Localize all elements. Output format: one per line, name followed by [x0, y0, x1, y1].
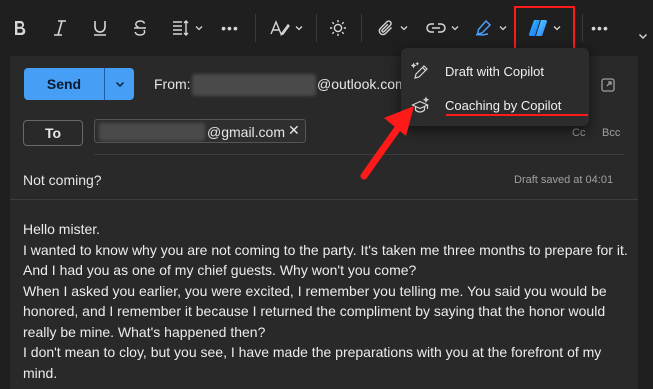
popout-icon[interactable] [600, 77, 616, 93]
chevron-down-icon [195, 26, 203, 31]
to-button[interactable]: To [23, 120, 83, 146]
message-body[interactable]: Hello mister. I wanted to know why you a… [23, 219, 628, 383]
send-button[interactable]: Send [24, 68, 104, 100]
body-line: Hello mister. [23, 221, 101, 237]
chevron-down-icon [553, 26, 561, 31]
bcc-button[interactable]: Bcc [602, 127, 620, 139]
strikethrough-icon[interactable] [128, 10, 152, 46]
menu-item-draft-with-copilot[interactable]: Draft with Copilot [401, 54, 589, 88]
link-icon[interactable] [423, 10, 463, 46]
toolbar-divider [255, 14, 256, 42]
coaching-underline-annotation [446, 114, 588, 116]
bold-icon[interactable] [8, 10, 32, 46]
redacted-recipient-name [99, 123, 205, 141]
subject-field[interactable]: Not coming? [23, 172, 102, 188]
chevron-down-icon [400, 26, 408, 31]
chevron-down-icon [295, 26, 303, 31]
attach-icon[interactable] [373, 10, 413, 46]
redacted-sender-name [192, 74, 316, 96]
chevron-down-icon [499, 26, 507, 31]
chevron-down-icon [115, 82, 124, 87]
recipient-chip[interactable]: @gmail.com ✕ [94, 119, 306, 143]
menu-item-coaching-by-copilot[interactable]: Coaching by Copilot [401, 88, 589, 122]
line-spacing-icon[interactable] [168, 10, 208, 46]
send-button-group: Send [24, 68, 134, 100]
more-format-icon[interactable]: ••• [218, 10, 242, 46]
toolbar-divider [316, 14, 317, 42]
body-line: I don't mean to cloy, but you see, I hav… [23, 344, 602, 381]
body-line: When I asked you earlier, you were excit… [23, 282, 607, 340]
from-label: From: [154, 76, 191, 92]
italic-icon[interactable] [48, 10, 72, 46]
menu-item-label: Draft with Copilot [445, 63, 544, 79]
theme-icon[interactable] [325, 10, 351, 46]
annotation-arrow-icon [360, 106, 414, 180]
copilot-icon[interactable] [520, 10, 570, 46]
chevron-down-icon [451, 26, 459, 31]
draft-status: Draft saved at 04:01 [514, 174, 614, 186]
menu-item-label: Coaching by Copilot [445, 97, 562, 113]
underline-icon[interactable] [88, 10, 112, 46]
toolbar-divider [361, 14, 362, 42]
more-options-icon[interactable]: ••• [588, 10, 612, 46]
expand-ribbon-chevron-icon[interactable] [637, 30, 649, 42]
remove-recipient-icon[interactable]: ✕ [288, 122, 300, 139]
cc-button[interactable]: Cc [572, 127, 585, 139]
body-line: I wanted to know why you are not coming … [23, 241, 628, 279]
styles-icon[interactable] [266, 10, 308, 46]
toolbar-divider [582, 14, 583, 42]
recipient-domain: @gmail.com [207, 124, 286, 140]
from-address-domain[interactable]: @outlook.com [317, 76, 401, 92]
draft-pen-icon [411, 62, 428, 79]
signature-icon[interactable] [471, 10, 511, 46]
subject-divider [10, 199, 638, 200]
send-options-button[interactable] [105, 68, 134, 100]
